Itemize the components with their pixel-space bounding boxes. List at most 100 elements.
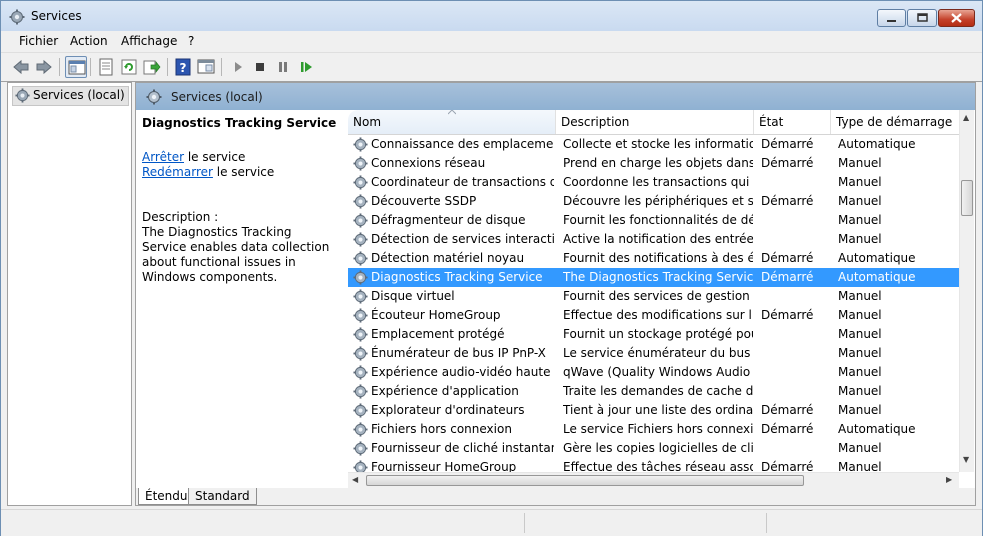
service-gear-icon <box>353 156 368 171</box>
close-button[interactable] <box>938 9 975 27</box>
table-row[interactable]: Fournisseur de cliché instantané ... Gère… <box>348 439 959 458</box>
scroll-down-icon[interactable]: ▼ <box>963 455 969 464</box>
resume-icon <box>301 62 312 72</box>
properties-icon <box>99 58 113 76</box>
column-header-name[interactable]: Nom <box>348 110 556 134</box>
service-description-cell: Traite les demandes de cache de ... <box>563 384 753 398</box>
table-row[interactable]: Détection de services interactifs Active … <box>348 230 959 249</box>
refresh-button[interactable] <box>118 56 140 78</box>
column-header-description[interactable]: Description <box>556 110 754 134</box>
column-header-state[interactable]: État <box>754 110 831 134</box>
table-row[interactable]: Expérience audio-vidéo haute qu... qWave … <box>348 363 959 382</box>
view-button[interactable] <box>195 56 217 78</box>
table-row[interactable]: Coordinateur de transactions dist... Coor… <box>348 173 959 192</box>
service-state-cell: Démarré <box>761 137 814 151</box>
service-startup-cell: Manuel <box>838 308 882 322</box>
menu-help[interactable]: ? <box>186 34 196 48</box>
service-name-cell: Découverte SSDP <box>371 194 477 208</box>
column-header-startup-type[interactable]: Type de démarrage <box>831 110 959 134</box>
table-row[interactable]: Détection matériel noyau Fournit des noti… <box>348 249 959 268</box>
service-description-cell: Fournit des services de gestion de... <box>563 289 753 303</box>
service-startup-cell: Manuel <box>838 194 882 208</box>
scroll-right-icon[interactable]: ▶ <box>946 475 952 484</box>
service-name-cell: Défragmenteur de disque <box>371 213 526 227</box>
service-name-cell: Expérience audio-vidéo haute qu... <box>371 365 554 379</box>
service-name-cell: Coordinateur de transactions dist... <box>371 175 554 189</box>
service-name-cell: Connaissance des emplacements... <box>371 137 554 151</box>
column-label: Nom <box>353 115 382 129</box>
pause-icon <box>279 62 287 72</box>
back-button[interactable] <box>10 56 32 78</box>
extended-description-panel: Diagnostics Tracking Service Arrêter le … <box>142 116 342 284</box>
service-name-cell: Détection matériel noyau <box>371 251 525 265</box>
table-row[interactable]: Expérience d'application Traite les deman… <box>348 382 959 401</box>
pause-service-button[interactable] <box>272 56 294 78</box>
service-gear-icon <box>353 403 368 418</box>
service-description-cell: Prend en charge les objets dans l... <box>563 156 753 170</box>
maximize-button[interactable] <box>907 9 937 27</box>
service-startup-cell: Manuel <box>838 441 882 455</box>
restart-service-link[interactable]: Redémarrer <box>142 165 213 179</box>
service-startup-cell: Manuel <box>838 232 882 246</box>
table-row[interactable]: Emplacement protégé Fournit un stockage p… <box>348 325 959 344</box>
service-name-cell: Explorateur d'ordinateurs <box>371 403 525 417</box>
properties-button[interactable] <box>95 56 117 78</box>
refresh-icon <box>121 59 137 75</box>
minimize-button[interactable] <box>877 9 906 27</box>
service-description-cell: Active la notification des entrées ... <box>563 232 753 246</box>
scroll-up-icon[interactable]: ▲ <box>963 113 969 122</box>
table-row[interactable]: Connaissance des emplacements... Collecte… <box>348 135 959 154</box>
tree-item-services-local[interactable]: Services (local) <box>12 86 129 106</box>
stop-service-button[interactable] <box>249 56 271 78</box>
table-row[interactable]: Découverte SSDP Découvre les périphérique… <box>348 192 959 211</box>
menu-action[interactable]: Action <box>68 34 110 48</box>
table-row[interactable]: Diagnostics Tracking Service The Diagnost… <box>348 268 959 287</box>
scroll-left-icon[interactable]: ◀ <box>352 475 358 484</box>
tab-extended[interactable]: Étendu <box>138 488 195 505</box>
menu-affichage[interactable]: Affichage <box>119 34 179 48</box>
vertical-scrollbar[interactable]: ▲ ▼ <box>959 110 974 472</box>
horizontal-scroll-thumb[interactable] <box>366 475 804 486</box>
service-name-cell: Diagnostics Tracking Service <box>371 270 543 284</box>
stop-action: Arrêter le service <box>142 150 245 164</box>
details-header: Services (local) <box>136 83 975 110</box>
start-icon <box>235 62 242 72</box>
service-name-cell: Connexions réseau <box>371 156 486 170</box>
resume-service-button[interactable] <box>295 56 317 78</box>
restart-action: Redémarrer le service <box>142 165 274 179</box>
table-row[interactable]: Connexions réseau Prend en charge les obj… <box>348 154 959 173</box>
service-gear-icon <box>353 251 368 266</box>
minimize-icon <box>887 20 896 22</box>
table-row[interactable]: Écouteur HomeGroup Effectue des modificat… <box>348 306 959 325</box>
menu-bar: Fichier Action Affichage ? <box>1 31 982 52</box>
table-row[interactable]: Défragmenteur de disque Fournit les fonct… <box>348 211 959 230</box>
tab-standard[interactable]: Standard <box>188 488 257 505</box>
table-row[interactable]: Disque virtuel Fournit des services de ge… <box>348 287 959 306</box>
status-bar <box>1 509 982 536</box>
table-row[interactable]: Énumérateur de bus IP PnP-X Le service én… <box>348 344 959 363</box>
vertical-scroll-thumb[interactable] <box>961 180 973 216</box>
menu-fichier[interactable]: Fichier <box>17 34 60 48</box>
start-service-button[interactable] <box>227 56 249 78</box>
service-gear-icon <box>353 308 368 323</box>
service-name-cell: Énumérateur de bus IP PnP-X <box>371 346 546 360</box>
list-header: Nom Description État Type de démarrage <box>348 110 959 135</box>
horizontal-scrollbar[interactable]: ◀ ▶ <box>348 472 959 488</box>
services-gear-icon <box>146 89 162 105</box>
table-row[interactable]: Fichiers hors connexion Le service Fichie… <box>348 420 959 439</box>
toolbar-separator <box>221 58 222 76</box>
description-text: The Diagnostics Tracking Service enables… <box>142 225 330 284</box>
service-description-cell: Collecte et stocke les information... <box>563 137 753 151</box>
service-description-cell: Coordonne les transactions qui c... <box>563 175 753 189</box>
service-state-cell: Démarré <box>761 156 814 170</box>
forward-button[interactable] <box>33 56 55 78</box>
table-row[interactable]: Explorateur d'ordinateurs Tient à jour un… <box>348 401 959 420</box>
help-button[interactable]: ? <box>172 56 194 78</box>
console-tree-button[interactable] <box>65 56 87 78</box>
export-list-button[interactable] <box>141 56 163 78</box>
selected-service-title: Diagnostics Tracking Service <box>142 116 337 130</box>
service-name-cell: Disque virtuel <box>371 289 455 303</box>
stop-service-link[interactable]: Arrêter <box>142 150 184 164</box>
service-name-cell: Expérience d'application <box>371 384 519 398</box>
stop-action-suffix: le service <box>184 150 246 164</box>
